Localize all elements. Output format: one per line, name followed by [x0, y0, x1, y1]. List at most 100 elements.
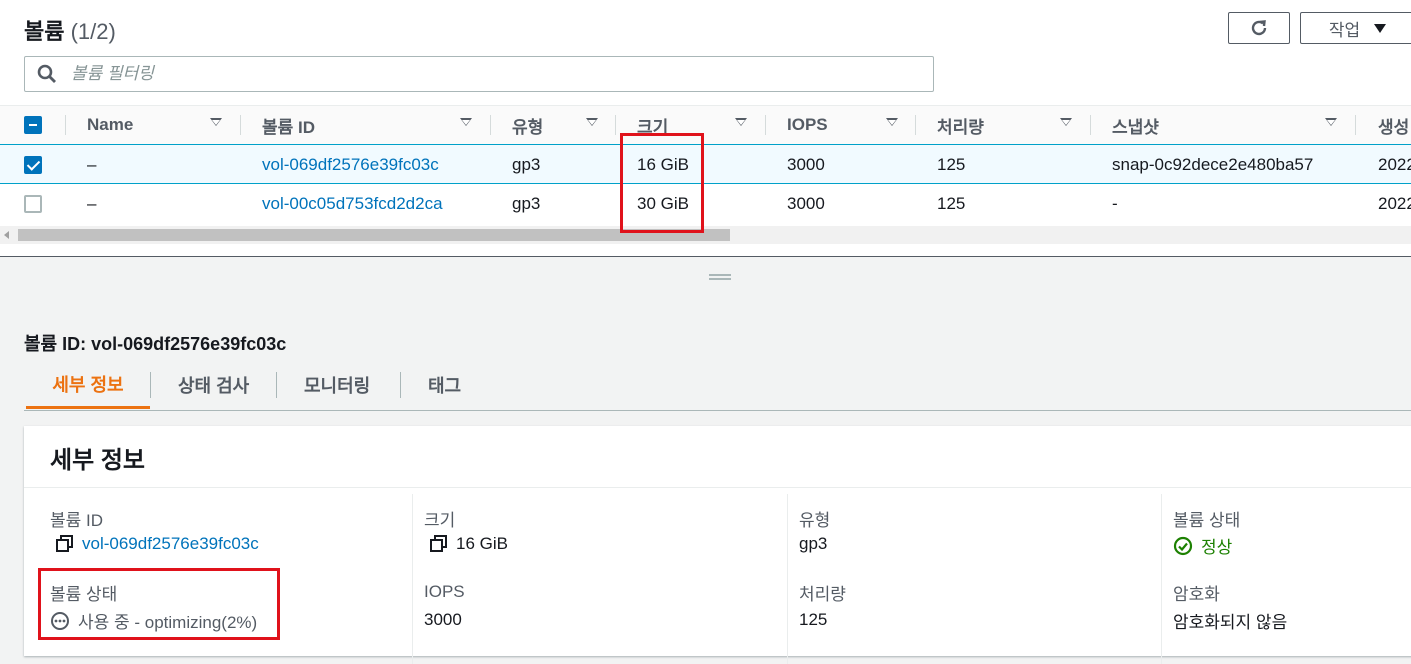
search-icon	[37, 63, 59, 85]
field-label-type: 유형	[799, 511, 831, 530]
field-value-size: 16 GiB	[430, 534, 508, 554]
copy-icon[interactable]	[56, 535, 74, 553]
field-label-size: 크기	[424, 511, 456, 530]
column-header-name[interactable]: Name	[87, 106, 133, 144]
cell-iops: 3000	[787, 194, 825, 213]
tab-label: 모니터링	[304, 376, 371, 396]
title-text: 볼륨	[24, 19, 65, 44]
sort-icon[interactable]	[586, 118, 598, 126]
select-all-checkbox[interactable]	[24, 116, 42, 134]
column-divider	[1090, 115, 1091, 135]
panel-title: 세부 정보	[50, 447, 145, 474]
row-checkbox[interactable]	[24, 195, 42, 213]
split-divider[interactable]	[0, 256, 1411, 257]
table-row[interactable]: – vol-069df2576e39fc03c gp3 16 GiB 3000 …	[0, 144, 1411, 184]
table-row[interactable]: – vol-00c05d753fcd2d2ca gp3 30 GiB 3000 …	[0, 184, 1411, 224]
size-text: 16 GiB	[456, 534, 508, 553]
cell-created: 2022	[1378, 194, 1411, 213]
field-value-type: gp3	[799, 534, 828, 553]
column-header-type[interactable]: 유형	[512, 106, 543, 144]
cell-name: –	[87, 194, 97, 213]
size-column-highlight	[620, 133, 704, 233]
column-label: 생성	[1378, 117, 1410, 137]
column-divider	[1355, 115, 1356, 135]
actions-dropdown-button[interactable]: 작업	[1300, 12, 1411, 44]
tab-status-checks[interactable]: 상태 검사	[178, 362, 249, 408]
refresh-icon	[1251, 20, 1267, 36]
cell-created: 2022	[1378, 155, 1411, 174]
refresh-button[interactable]	[1228, 12, 1290, 44]
sort-icon[interactable]	[210, 118, 222, 126]
cell-throughput: 125	[937, 155, 966, 174]
resize-handle-icon[interactable]	[709, 274, 731, 280]
field-label-volume-id: 볼륨 ID	[50, 511, 104, 530]
selection-count: (1/2)	[70, 19, 116, 44]
cell-type: gp3	[512, 155, 541, 174]
horizontal-scrollbar[interactable]	[0, 226, 1411, 244]
volume-status-text: 정상	[1201, 538, 1233, 557]
tab-tags[interactable]: 태그	[428, 362, 461, 408]
field-value-volume-status: 정상	[1173, 533, 1232, 558]
sort-icon[interactable]	[735, 118, 747, 126]
caret-down-icon	[1374, 23, 1387, 33]
actions-label: 작업	[1328, 20, 1361, 40]
field-value-iops: 3000	[424, 610, 462, 629]
sort-icon[interactable]	[886, 118, 898, 126]
volumes-list-section: 볼륨 (1/2) 작업 Name 볼륨 ID 유형 크기 IOPS	[0, 0, 1411, 257]
sort-icon[interactable]	[1060, 118, 1072, 126]
cell-snapshot: snap-0c92dece2e480ba57	[1112, 155, 1314, 174]
column-divider	[65, 115, 66, 135]
column-divider	[787, 494, 788, 664]
column-header-throughput[interactable]: 처리량	[937, 106, 984, 144]
column-label: 스냅샷	[1112, 117, 1159, 137]
tab-monitoring[interactable]: 모니터링	[304, 362, 370, 408]
column-divider	[490, 115, 491, 135]
detail-heading: 볼륨 ID: vol-069df2576e39fc03c	[24, 334, 287, 354]
volume-filter-input-box[interactable]	[24, 56, 934, 92]
table-header: Name 볼륨 ID 유형 크기 IOPS 처리량 스냅샷 생성	[0, 105, 1411, 145]
cell-iops: 3000	[787, 155, 825, 174]
column-label: Name	[87, 115, 134, 134]
column-label: 볼륨 ID	[262, 117, 316, 137]
cell-name: –	[87, 155, 97, 174]
cell-snapshot: -	[1112, 194, 1118, 213]
tab-label: 태그	[428, 376, 462, 396]
field-value-encryption: 암호화되지 않음	[1173, 613, 1288, 632]
column-header-iops[interactable]: IOPS	[787, 106, 828, 144]
cell-volume-id-link[interactable]: vol-069df2576e39fc03c	[262, 145, 439, 185]
copy-icon[interactable]	[430, 535, 448, 553]
cell-volume-id-link[interactable]: vol-00c05d753fcd2d2ca	[262, 184, 443, 224]
field-label-volume-status: 볼륨 상태	[1173, 511, 1241, 530]
column-divider	[765, 115, 766, 135]
field-label-iops: IOPS	[424, 582, 465, 601]
check-circle-icon	[1173, 536, 1193, 555]
sort-icon[interactable]	[1325, 118, 1337, 126]
field-value-volume-id[interactable]: vol-069df2576e39fc03c	[56, 534, 259, 554]
sort-icon[interactable]	[460, 118, 472, 126]
column-header-volume-id[interactable]: 볼륨 ID	[262, 106, 315, 144]
row-checkbox[interactable]	[24, 156, 42, 174]
field-value-throughput: 125	[799, 610, 828, 629]
tab-details[interactable]: 세부 정보	[26, 362, 150, 409]
detail-tabs: 세부 정보 상태 검사 모니터링 태그	[24, 362, 1411, 411]
column-header-created[interactable]: 생성	[1378, 106, 1409, 144]
tab-label: 상태 검사	[178, 376, 250, 396]
tab-divider	[400, 372, 401, 398]
tab-label: 세부 정보	[52, 375, 124, 395]
volume-state-highlight	[38, 568, 280, 640]
column-divider	[412, 494, 413, 664]
scroll-left-icon[interactable]	[4, 231, 9, 239]
volume-filter-input[interactable]	[69, 63, 893, 85]
column-label: 유형	[512, 117, 544, 137]
page-title: 볼륨 (1/2)	[24, 14, 116, 46]
cell-type: gp3	[512, 194, 541, 213]
column-divider	[240, 115, 241, 135]
column-divider	[615, 115, 616, 135]
cell-throughput: 125	[937, 194, 966, 213]
volume-id-link[interactable]: vol-069df2576e39fc03c	[82, 534, 259, 554]
column-header-snapshot[interactable]: 스냅샷	[1112, 106, 1159, 144]
column-label: 처리량	[937, 117, 984, 137]
column-divider	[1161, 494, 1162, 664]
field-label-encryption: 암호화	[1173, 585, 1220, 604]
column-label: IOPS	[787, 115, 828, 134]
